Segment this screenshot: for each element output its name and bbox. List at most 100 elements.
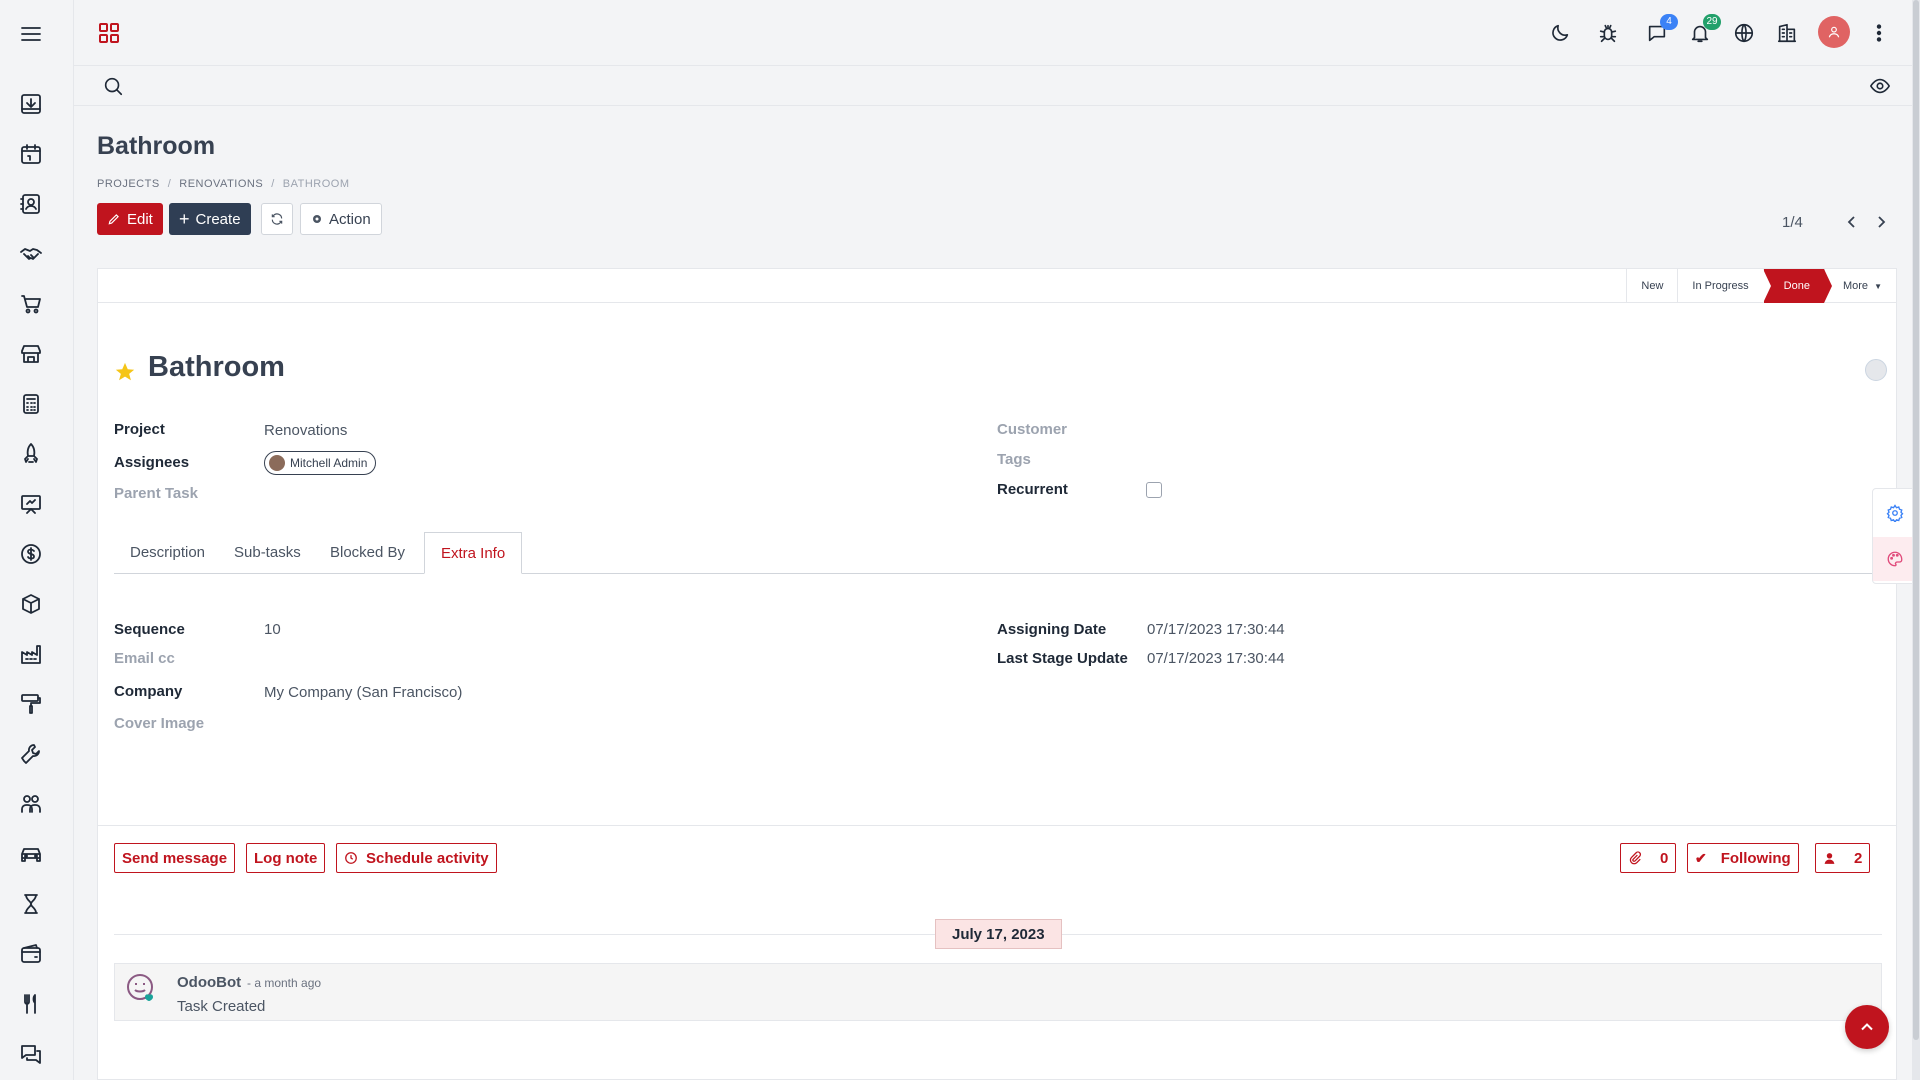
tab-blocked-by[interactable]: Blocked By [314,532,421,574]
notebook-tabs: Description Sub-tasks Blocked By Extra I… [114,532,1882,574]
recurrent-checkbox[interactable] [1146,482,1162,498]
check-icon: ✔ [1695,849,1707,866]
tab-sub-tasks[interactable]: Sub-tasks [218,532,317,574]
contacts-icon[interactable] [17,190,45,218]
top-navbar: 4 29 [74,0,1920,66]
chevron-right-icon[interactable] [1873,214,1889,230]
sequence-value[interactable]: 10 [264,621,281,638]
box-icon[interactable] [17,590,45,618]
breadcrumb-renovations[interactable]: RENOVATIONS [179,178,263,190]
app-sidebar [0,0,74,1080]
date-separator: July 17, 2023 [935,919,1062,949]
debug-bug-icon[interactable] [1595,20,1621,46]
cart-icon[interactable] [17,290,45,318]
project-value[interactable]: Renovations [264,422,347,439]
paperclip-icon [1629,851,1641,865]
menu-icon[interactable] [17,20,45,48]
refresh-icon [271,213,283,225]
followers-count: 2 [1854,849,1863,867]
avatar [269,455,285,471]
log-note-label: Log note [254,849,318,867]
chatter-message: OdooBot - a month ago Task Created [114,963,1882,1021]
presentation-icon[interactable] [17,490,45,518]
chatter-divider [98,825,1896,826]
action-button[interactable]: Action [300,203,382,235]
send-message-button[interactable]: Send message [114,843,236,873]
plus-icon: + [179,209,190,229]
stage-new[interactable]: New [1626,269,1677,303]
eye-icon[interactable] [1867,73,1893,99]
recurrent-label: Recurrent [997,481,1068,498]
assignee-tag[interactable]: Mitchell Admin [264,451,377,475]
chat-icon[interactable] [17,1040,45,1068]
assigning-date-value: 07/17/2023 17:30:44 [1147,621,1285,638]
assignee-name: Mitchell Admin [290,456,368,470]
rocket-icon[interactable] [17,440,45,468]
create-label: Create [195,210,241,228]
stage-more-label: More [1842,280,1869,292]
notification-bell-icon[interactable]: 29 [1687,14,1721,46]
settings-gear-icon[interactable] [1873,491,1917,535]
stage-more-dropdown[interactable]: More ▼ [1823,269,1896,303]
chevron-left-icon[interactable] [1844,214,1860,230]
globe-icon[interactable] [1731,20,1757,46]
stage-in-progress[interactable]: In Progress [1677,269,1762,303]
refresh-button[interactable] [261,203,293,235]
page-title: Bathroom [97,132,216,160]
star-priority-icon[interactable] [114,361,136,383]
palette-icon[interactable] [1873,537,1917,581]
stage-done[interactable]: Done [1762,269,1833,303]
apps-grid-icon[interactable] [98,22,120,44]
breadcrumb: PROJECTS / RENOVATIONS / BATHROOM [97,178,350,190]
user-avatar[interactable] [1818,16,1850,48]
dark-mode-moon-icon[interactable] [1547,20,1573,46]
email-cc-label: Email cc [114,650,175,667]
main-content: Bathroom PROJECTS / RENOVATIONS / BATHROOM E… [74,106,1920,1080]
breadcrumb-projects[interactable]: PROJECTS [97,178,160,190]
customer-label: Customer [997,421,1068,438]
messages-icon[interactable]: 4 [1644,14,1678,46]
car-icon[interactable] [17,840,45,868]
attachments-count: 0 [1660,849,1669,867]
task-name[interactable]: Bathroom [148,351,285,384]
chevron-up-icon [1861,1023,1873,1031]
calculator-icon[interactable] [17,390,45,418]
wallet-icon[interactable] [17,940,45,968]
wrench-icon[interactable] [17,740,45,768]
kebab-menu-icon[interactable] [1866,20,1892,46]
breadcrumb-current: BATHROOM [282,178,350,190]
tab-extra-info[interactable]: Extra Info [424,532,523,574]
factory-icon[interactable] [17,640,45,668]
caret-down-icon: ▼ [1874,282,1882,291]
followers-button[interactable]: 2 [1815,843,1871,873]
handshake-icon[interactable] [17,240,45,268]
search-icon[interactable] [100,73,126,99]
kanban-state-indicator[interactable] [1865,359,1887,381]
dollar-icon[interactable] [17,540,45,568]
company-building-icon[interactable] [1774,20,1800,46]
calendar-icon[interactable] [17,140,45,168]
message-author[interactable]: OdooBot [177,974,241,991]
edit-label: Edit [127,210,153,228]
sequence-label: Sequence [114,621,185,638]
team-icon[interactable] [17,790,45,818]
status-bar: New In Progress Done More ▼ [98,269,1896,303]
create-button[interactable]: + Create [169,203,251,235]
edit-button[interactable]: Edit [97,203,163,235]
download-box-icon[interactable] [17,90,45,118]
search-bar [74,66,1920,106]
paint-roller-icon[interactable] [17,690,45,718]
pager-value[interactable]: 1/4 [1782,214,1803,231]
utensils-icon[interactable] [17,990,45,1018]
log-note-button[interactable]: Log note [246,843,326,873]
tab-description[interactable]: Description [114,532,221,574]
schedule-activity-button[interactable]: Schedule activity [336,843,497,873]
messages-count-badge: 4 [1660,14,1678,30]
scroll-to-top-button[interactable] [1845,1005,1889,1049]
following-button[interactable]: ✔ Following [1687,843,1799,873]
scrollbar-thumb[interactable] [1913,0,1919,1040]
company-value[interactable]: My Company (San Francisco) [264,684,462,701]
store-icon[interactable] [17,340,45,368]
attachments-button[interactable]: 0 [1620,843,1677,873]
hourglass-icon[interactable] [17,890,45,918]
